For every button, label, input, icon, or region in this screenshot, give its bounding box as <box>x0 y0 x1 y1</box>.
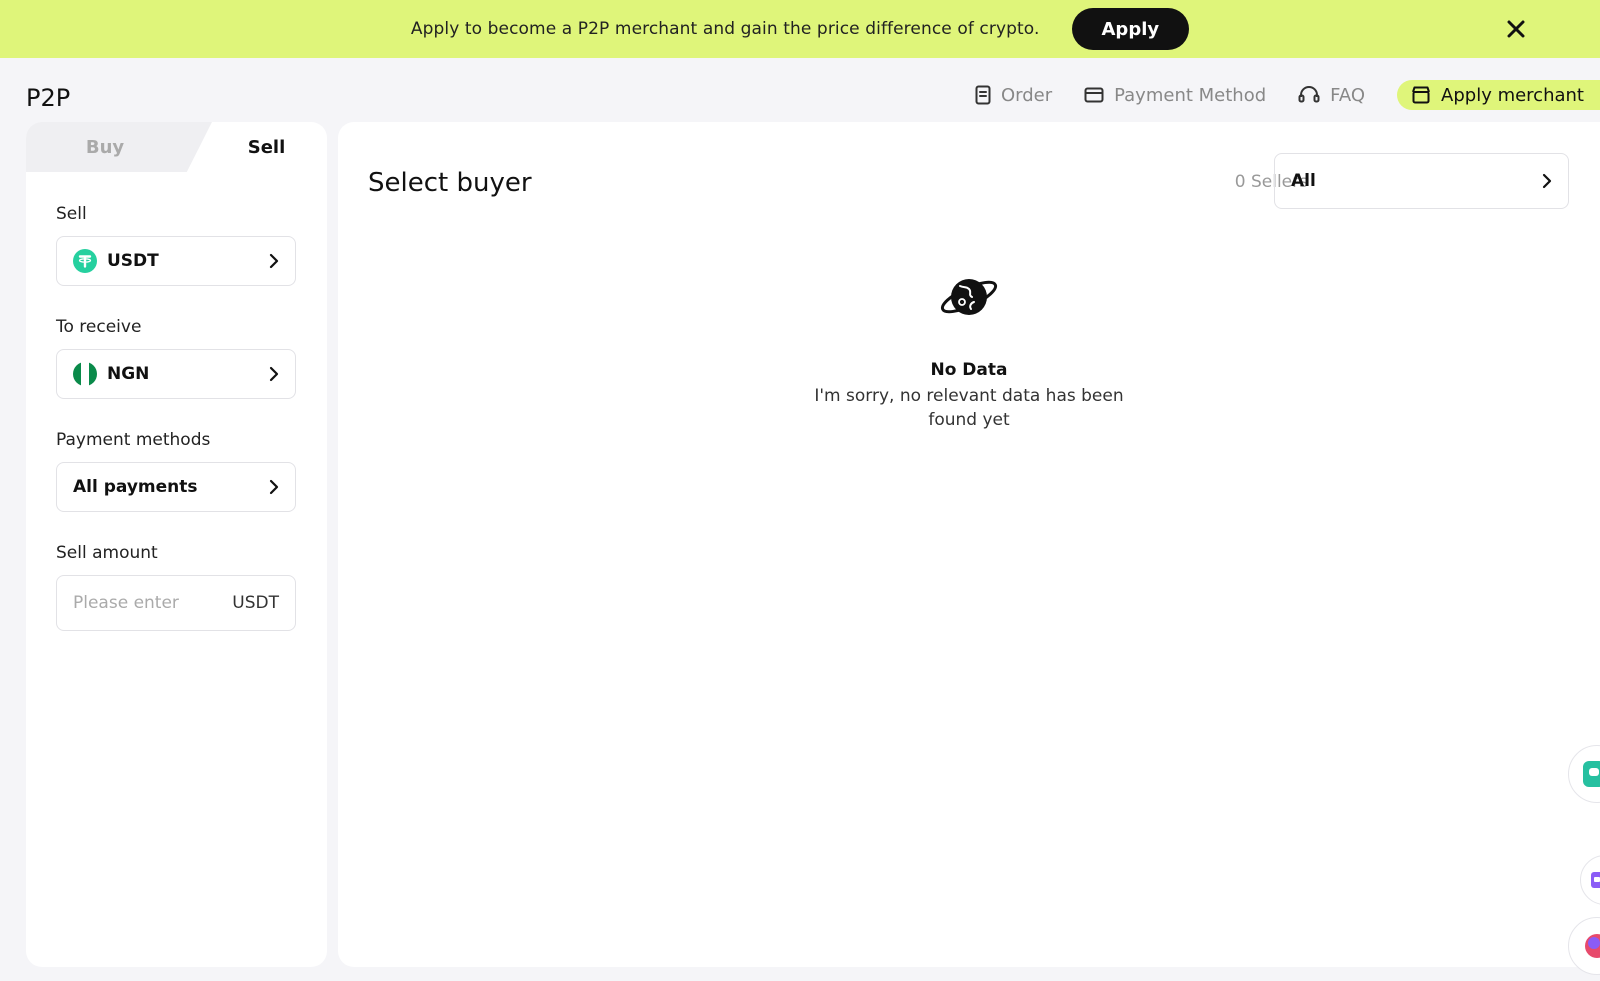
shop-icon <box>1412 86 1430 104</box>
chat-icon <box>1583 761 1600 787</box>
buyer-filter-value: All <box>1291 171 1316 191</box>
nav-payment-method-label: Payment Method <box>1114 84 1267 106</box>
sell-amount-label: Sell amount <box>56 543 158 563</box>
bot-icon <box>1591 872 1600 888</box>
panel-title: Select buyer <box>368 168 532 198</box>
planet-icon <box>940 279 998 315</box>
nav-faq[interactable]: FAQ <box>1298 85 1365 106</box>
nav-payment-method[interactable]: Payment Method <box>1084 85 1266 106</box>
empty-title: No Data <box>930 360 1008 380</box>
tab-sell[interactable]: Sell <box>206 122 327 172</box>
empty-state: No Data I'm sorry, no relevant data has … <box>338 272 1600 432</box>
nigeria-flag-icon <box>73 362 97 386</box>
trade-sidebar: Buy Sell Sell USDT To receive NGN Paymen… <box>26 122 327 967</box>
banner-text: Apply to become a P2P merchant and gain … <box>410 19 1040 39</box>
receive-currency-select[interactable]: NGN <box>56 349 296 399</box>
order-icon <box>975 85 991 105</box>
sell-currency-value: USDT <box>107 251 159 271</box>
chevron-right-icon <box>269 479 279 495</box>
top-nav: Order Payment Method FAQ Apply merchant <box>975 80 1600 110</box>
tab-buy[interactable]: Buy <box>26 122 184 172</box>
page-title: P2P <box>26 84 71 112</box>
banner-apply-button[interactable]: Apply <box>1071 8 1190 50</box>
chevron-right-icon <box>269 253 279 269</box>
payment-methods-select[interactable]: All payments <box>56 462 296 512</box>
headset-icon <box>1298 86 1320 103</box>
apply-merchant-button[interactable]: Apply merchant <box>1397 80 1600 110</box>
chevron-right-icon <box>1542 173 1552 189</box>
nav-order-label: Order <box>1000 84 1053 106</box>
buyer-filter-select[interactable]: All <box>1274 153 1569 209</box>
sell-amount-input[interactable] <box>73 593 233 613</box>
empty-description: I'm sorry, no relevant data has been fou… <box>814 386 1124 430</box>
sell-amount-unit: USDT <box>232 593 279 613</box>
page-header: P2P Order Payment Method FAQ Apply merch… <box>0 58 1600 122</box>
nav-faq-label: FAQ <box>1330 84 1366 106</box>
receive-label: To receive <box>56 317 142 337</box>
sell-currency-select[interactable]: USDT <box>56 236 296 286</box>
card-icon <box>1084 87 1104 103</box>
buyer-list-panel: Select buyer 0 Sellers All No Data I'm s… <box>338 122 1600 967</box>
chevron-right-icon <box>269 366 279 382</box>
sell-amount-field: USDT <box>56 575 296 631</box>
usdt-icon <box>73 249 97 273</box>
sell-label: Sell <box>56 204 87 224</box>
payment-methods-value: All payments <box>73 477 198 497</box>
buy-sell-tabs: Buy Sell <box>26 122 327 172</box>
close-icon[interactable] <box>1504 17 1528 41</box>
nav-order[interactable]: Order <box>975 85 1052 106</box>
brain-icon <box>1585 934 1600 958</box>
receive-currency-value: NGN <box>107 364 150 384</box>
apply-merchant-label: Apply merchant <box>1441 84 1584 106</box>
promo-banner: Apply to become a P2P merchant and gain … <box>0 0 1600 58</box>
payment-methods-label: Payment methods <box>56 430 211 450</box>
